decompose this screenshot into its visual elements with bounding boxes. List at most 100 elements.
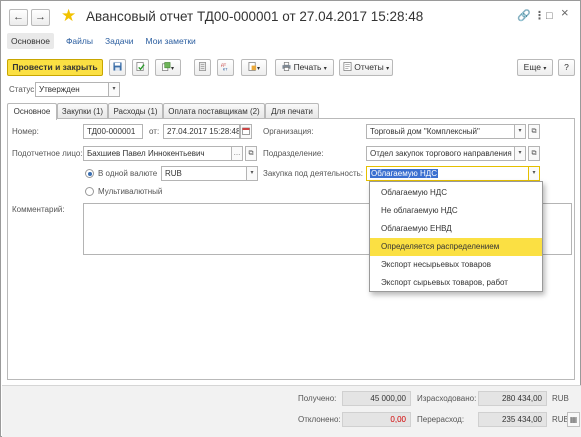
back-button[interactable]: ← [9, 9, 28, 26]
date-label: от: [149, 127, 160, 136]
department-label: Подразделение: [263, 149, 324, 158]
received-value: 45 000,00 [342, 391, 411, 406]
arrow-left-icon: ← [13, 11, 24, 23]
purchase-activity-field[interactable]: Облагаемую НДС [366, 166, 529, 181]
rejected-label: Отклонено: [298, 415, 341, 424]
number-label: Номер: [12, 127, 39, 136]
organization-field[interactable]: Торговый дом "Комплексный" [366, 124, 515, 139]
nav-tasks[interactable]: Задачи [105, 33, 134, 49]
spent-value: 280 434,00 [478, 391, 547, 406]
print-button[interactable]: Печать ▾ [275, 59, 334, 76]
form-navigation: Основное Файлы Задачи Мои заметки [7, 33, 196, 49]
calendar-button[interactable] [240, 124, 252, 139]
overspent-value: 235 434,00 [478, 412, 547, 427]
single-currency-label: В одной валюте [98, 169, 158, 178]
debit-credit-button[interactable]: ДТ КТ [217, 59, 234, 76]
currency-dropdown-button[interactable]: ▾ [246, 166, 258, 181]
purchase-activity-dropdown-button[interactable]: ▾ [528, 166, 540, 181]
department-dropdown-button[interactable]: ▾ [514, 146, 526, 161]
report-icon [343, 62, 352, 71]
status-select[interactable]: Утвержден [35, 82, 109, 97]
more-actions-button[interactable]: Еще ▾ [517, 59, 553, 76]
post-button[interactable] [132, 59, 149, 76]
chevron-down-icon: ▾ [543, 66, 547, 72]
chevron-down-icon: ▾ [170, 66, 174, 72]
link-icon[interactable]: 🔗 [517, 9, 531, 23]
window-title: Авансовый отчет ТД00-000001 от 27.04.201… [86, 9, 424, 24]
document-window: ← → ★ Авансовый отчет ТД00-000001 от 27.… [0, 0, 581, 437]
accountable-person-label: Подотчетное лицо: [12, 149, 83, 158]
currency-field[interactable]: RUB [161, 166, 247, 181]
post-and-close-button[interactable]: Провести и закрыть [7, 59, 103, 76]
chevron-down-icon: ▾ [518, 150, 522, 156]
open-link-icon: ⧉ [248, 150, 254, 157]
dropdown-option[interactable]: Облагаемую НДС [370, 184, 542, 202]
save-button[interactable] [109, 59, 126, 76]
nav-files[interactable]: Файлы [66, 33, 93, 49]
tab-supplier-payments[interactable]: Оплата поставщикам (2) [163, 103, 265, 119]
chevron-down-icon: ▾ [250, 170, 254, 176]
print-label: Печать [293, 62, 322, 72]
document-structure-icon [198, 62, 207, 71]
dropdown-option-highlighted[interactable]: Определяется распределением [370, 238, 542, 256]
organization-open-button[interactable]: ⧉ [528, 124, 540, 139]
totals-footer: Получено: 45 000,00 Израсходовано: 280 4… [2, 385, 581, 437]
purchase-activity-dropdown-list: Облагаемую НДС Не облагаемую НДС Облагае… [369, 181, 543, 292]
organization-dropdown-button[interactable]: ▾ [514, 124, 526, 139]
tab-main[interactable]: Основное [7, 103, 57, 120]
arrow-right-icon: → [35, 11, 46, 23]
tab-for-print[interactable]: Для печати [265, 103, 319, 119]
floppy-disk-icon [113, 62, 122, 71]
attachments-button[interactable]: ▾ [241, 59, 267, 76]
multi-currency-radio[interactable] [85, 187, 94, 196]
status-label: Статус: [9, 85, 37, 94]
nav-notes[interactable]: Мои заметки [146, 33, 196, 49]
number-field[interactable]: ТД00-000001 [83, 124, 143, 139]
ellipsis-icon: … [233, 150, 241, 157]
accountable-person-select-button[interactable]: … [231, 146, 243, 161]
open-link-icon: ⧉ [531, 128, 537, 135]
dropdown-option[interactable]: Облагаемую ЕНВД [370, 220, 542, 238]
reports-label: Отчеты [354, 62, 384, 72]
tab-purchases[interactable]: Закупки (1) [57, 103, 108, 119]
chevron-down-icon: ▾ [532, 170, 536, 176]
chevron-down-icon: ▾ [518, 128, 522, 134]
reports-button[interactable]: Отчеты ▾ [339, 59, 393, 76]
status-dropdown-button[interactable]: ▾ [108, 82, 120, 97]
department-field[interactable]: Отдел закупок торгового направления [366, 146, 515, 161]
department-open-button[interactable]: ⧉ [528, 146, 540, 161]
chevron-down-icon: ▾ [256, 66, 260, 72]
comment-label: Комментарий: [12, 205, 65, 214]
tab-expenses[interactable]: Расходы (1) [108, 103, 163, 119]
attachment-document-icon [248, 62, 257, 71]
received-label: Получено: [298, 394, 337, 403]
favorite-star-icon[interactable]: ★ [61, 6, 76, 26]
dropdown-option[interactable]: Экспорт сырьевых товаров, работ [370, 274, 542, 292]
purchase-activity-label: Закупка под деятельность: [263, 169, 364, 178]
date-field[interactable]: 27.04.2017 15:28:48 [163, 124, 240, 139]
calculator-button[interactable]: ▦ [567, 412, 580, 427]
close-icon[interactable]: × [561, 6, 569, 20]
calendar-icon [242, 127, 250, 135]
printer-icon [282, 62, 291, 71]
structure-button[interactable] [194, 59, 211, 76]
help-button[interactable]: ? [558, 59, 575, 76]
purchase-activity-selected-text: Облагаемую НДС [370, 169, 438, 178]
accountable-person-open-button[interactable]: ⧉ [245, 146, 257, 161]
spent-currency: RUB [552, 394, 569, 403]
nav-main[interactable]: Основное [7, 33, 54, 49]
single-currency-radio[interactable] [85, 169, 94, 178]
more-vertical-icon[interactable]: ⋮ [534, 9, 545, 23]
dropdown-option[interactable]: Не облагаемую НДС [370, 202, 542, 220]
create-based-on-button[interactable]: ▾ [155, 59, 181, 76]
dropdown-option[interactable]: Экспорт несырьевых товаров [370, 256, 542, 274]
maximize-icon[interactable]: □ [546, 9, 553, 23]
create-based-on-icon [162, 62, 171, 71]
overspent-label: Перерасход: [417, 415, 465, 424]
forward-button[interactable]: → [31, 9, 50, 26]
multi-currency-label: Мультивалютный [98, 187, 163, 196]
accountable-person-field[interactable]: Бахшиев Павел Иннокентьевич [83, 146, 232, 161]
svg-text:КТ: КТ [223, 67, 228, 71]
more-label: Еще [523, 62, 541, 72]
organization-label: Организация: [263, 127, 314, 136]
